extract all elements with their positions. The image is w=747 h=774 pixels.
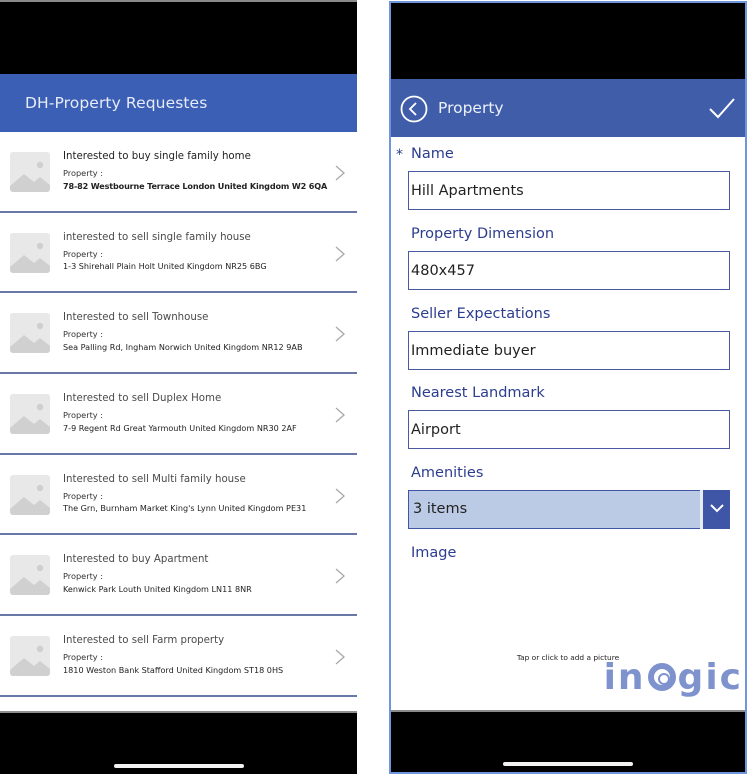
amenities-label: Amenities	[411, 465, 484, 481]
list-item[interactable]: Interested to buy single family home Pro…	[0, 132, 357, 213]
required-marker: *	[396, 147, 403, 163]
property-address: Kenwick Park Louth United Kingdom LN11 8…	[63, 583, 252, 594]
status-bar	[0, 2, 357, 74]
request-title: Interested to sell Farm property	[63, 635, 225, 647]
name-field[interactable]	[408, 171, 730, 210]
nearest-landmark-label: Nearest Landmark	[411, 385, 545, 401]
property-address: The Grn, Burnham Market King's Lynn Unit…	[63, 503, 307, 514]
image-placeholder-icon	[10, 394, 50, 435]
property-label: Property :	[63, 168, 104, 178]
property-address: 78-82 Westbourne Terrace London United K…	[63, 180, 328, 191]
property-form-screen: Property * Name Property Dimension Selle…	[389, 1, 747, 774]
seller-expectations-field[interactable]	[408, 331, 730, 370]
property-address: 1-3 Shirehall Plain Holt United Kingdom …	[63, 261, 267, 272]
property-request-list: Interested to buy single family home Pro…	[0, 132, 357, 697]
list-item[interactable]: Interested to sell Duplex Home Property …	[0, 374, 357, 455]
request-title: Interested to sell Duplex Home	[63, 393, 222, 405]
image-placeholder-icon	[10, 555, 50, 596]
logo-o-icon	[647, 663, 676, 691]
property-address: 7-9 Regent Rd Great Yarmouth United King…	[63, 422, 297, 433]
property-label: Property :	[63, 248, 104, 259]
image-placeholder-icon	[10, 313, 50, 354]
request-title: Interested to buy single family home	[63, 151, 251, 162]
bottom-bar	[0, 711, 357, 774]
checkmark-icon	[709, 98, 735, 119]
image-placeholder-icon	[10, 152, 50, 192]
list-item[interactable]: Interested to buy Apartment Property : K…	[0, 535, 357, 617]
app-header: DH-Property Requestes	[0, 74, 357, 132]
list-item[interactable]: Interested to sell Townhouse Property : …	[0, 293, 357, 375]
nearest-landmark-field[interactable]	[408, 410, 730, 449]
chevron-right-icon[interactable]	[333, 164, 347, 182]
chevron-right-icon[interactable]	[333, 567, 347, 585]
request-title: interested to sell single family house	[63, 231, 251, 243]
property-label: Property :	[63, 329, 104, 340]
property-label: Property :	[63, 571, 104, 582]
request-title: Interested to buy Apartment	[63, 554, 209, 566]
image-label: Image	[411, 545, 457, 561]
status-bar	[391, 3, 745, 79]
property-dimension-field[interactable]	[408, 251, 730, 290]
image-placeholder-icon	[10, 232, 50, 273]
list-screen: DH-Property Requestes Interested to buy …	[0, 0, 357, 774]
request-title: Interested to sell Townhouse	[63, 312, 209, 324]
property-label: Property :	[63, 410, 104, 421]
list-item[interactable]: Interested to sell Multi family house Pr…	[0, 454, 357, 536]
property-address: 1810 Weston Bank Stafford United Kingdom…	[63, 664, 284, 675]
chevron-right-icon[interactable]	[333, 406, 347, 424]
logo-text-start: in	[603, 657, 646, 698]
property-label: Property :	[63, 652, 104, 663]
name-label: Name	[411, 146, 454, 162]
chevron-right-icon[interactable]	[333, 487, 347, 505]
logo-text-end: gic	[677, 657, 743, 698]
amenities-selected-value: 3 items	[413, 501, 468, 517]
chevron-right-icon[interactable]	[333, 245, 347, 263]
home-indicator[interactable]	[503, 762, 633, 766]
image-placeholder-icon	[10, 636, 50, 677]
page-title: DH-Property Requestes	[25, 94, 208, 112]
seller-expectations-label: Seller Expectations	[411, 306, 551, 322]
property-label: Property :	[63, 490, 104, 501]
back-button[interactable]	[399, 94, 429, 124]
page-title: Property	[438, 99, 504, 117]
chevron-right-icon[interactable]	[333, 325, 347, 343]
bottom-bar	[391, 710, 745, 772]
image-placeholder-icon	[10, 474, 50, 515]
app-header: Property	[391, 79, 745, 137]
property-dimension-label: Property Dimension	[411, 226, 555, 242]
home-indicator[interactable]	[113, 764, 244, 768]
chevron-right-icon[interactable]	[333, 648, 347, 666]
chevron-down-icon	[710, 504, 724, 513]
dropdown-toggle[interactable]	[700, 490, 730, 529]
list-item[interactable]: interested to sell single family house P…	[0, 212, 357, 294]
submit-button[interactable]	[707, 93, 737, 123]
request-title: Interested to sell Multi family house	[63, 473, 246, 485]
list-item[interactable]: Interested to sell Farm property Propert…	[0, 616, 357, 697]
amenities-dropdown[interactable]: 3 items	[408, 490, 730, 529]
property-address: Sea Palling Rd, Ingham Norwich United Ki…	[63, 341, 303, 352]
chevron-left-circle-icon	[400, 95, 428, 123]
inogic-logo: in gic	[604, 657, 743, 698]
